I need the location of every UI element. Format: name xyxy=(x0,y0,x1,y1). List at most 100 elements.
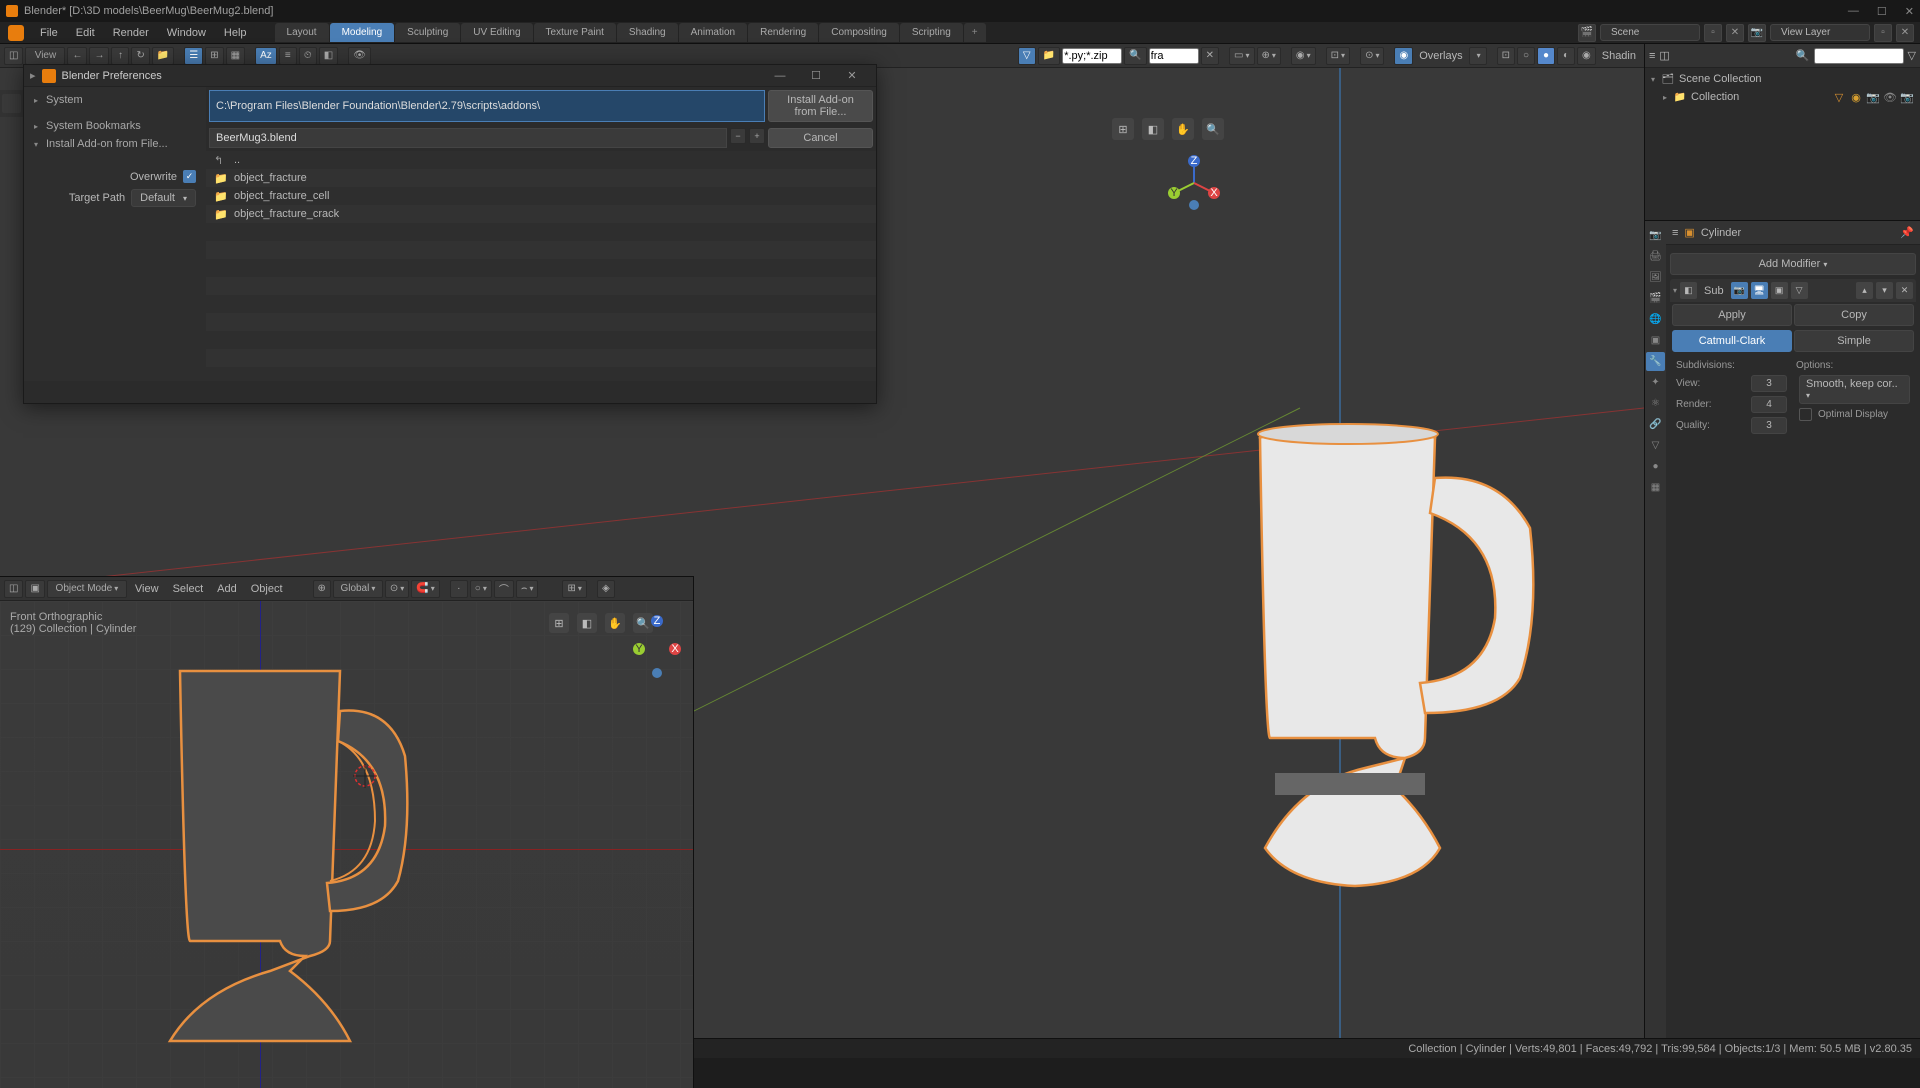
mod-delete-button[interactable]: ✕ xyxy=(1896,282,1913,299)
overlays-dropdown[interactable] xyxy=(1469,47,1487,65)
menu-render[interactable]: Render xyxy=(105,24,157,42)
outliner-display-button[interactable]: ◫ xyxy=(1659,49,1669,62)
close-button[interactable]: ✕ xyxy=(1905,5,1914,18)
outliner-collection[interactable]: ▸📁 Collection ▽ ◉ 📷 👁 📷 xyxy=(1647,88,1918,106)
nav-fwd-button[interactable]: → xyxy=(89,47,109,65)
sort-time-button[interactable]: ⏲ xyxy=(299,47,317,65)
filter-ext-input[interactable] xyxy=(1062,48,1122,64)
collapse-arrow[interactable]: ▾ xyxy=(1673,286,1677,295)
cancel-button[interactable]: Cancel xyxy=(768,128,873,148)
overwrite-checkbox[interactable]: ✓ xyxy=(183,170,196,183)
view-value[interactable]: 3 xyxy=(1751,375,1787,392)
scene-del-button[interactable]: ✕ xyxy=(1726,24,1744,42)
pin-icon[interactable]: 📌 xyxy=(1900,226,1914,239)
grid-icon[interactable]: ⊞ xyxy=(1112,118,1134,140)
tab-scene[interactable]: 🎬 xyxy=(1646,289,1665,308)
clear-search-button[interactable]: ✕ xyxy=(1201,47,1219,65)
menu-window[interactable]: Window xyxy=(159,24,214,42)
catmull-button[interactable]: Catmull-Clark xyxy=(1672,330,1792,352)
filter-folder-button[interactable]: 📁 xyxy=(1038,47,1060,65)
tab-world[interactable]: 🌐 xyxy=(1646,310,1665,329)
xray-button[interactable]: ⊡ xyxy=(1497,47,1515,65)
blender-logo-icon[interactable] xyxy=(8,25,24,41)
view-menu[interactable]: View xyxy=(25,47,65,65)
object-menu[interactable]: Object xyxy=(245,583,289,595)
visibility-eye-icon[interactable]: 👁 xyxy=(1883,91,1897,104)
filter-button[interactable]: ▽ xyxy=(1018,47,1036,65)
add-modifier-button[interactable]: Add Modifier ▾ xyxy=(1670,253,1916,275)
tab-animation[interactable]: Animation xyxy=(679,23,747,42)
render-icon[interactable]: 📷 xyxy=(1900,91,1914,104)
install-addon-button[interactable]: Install Add-on from File... xyxy=(768,90,873,122)
file-list[interactable]: ↰.. 📁object_fracture 📁object_fracture_ce… xyxy=(206,151,876,381)
maximize-button[interactable]: ☐ xyxy=(1877,5,1887,18)
tab-mesh[interactable]: ▽ xyxy=(1646,436,1665,455)
tab-material[interactable]: ● xyxy=(1646,457,1665,476)
vp-bl-canvas[interactable]: Front Orthographic (129) Collection | Cy… xyxy=(0,601,693,1088)
hand-icon[interactable]: ✋ xyxy=(605,613,625,633)
tab-scripting[interactable]: Scripting xyxy=(900,23,963,42)
uv-smooth-dropdown[interactable]: Smooth, keep cor.. ▾ xyxy=(1799,375,1910,404)
prop-type-button[interactable]: ⌒ xyxy=(494,580,514,598)
tab-particles[interactable]: ✦ xyxy=(1646,373,1665,392)
proportional-button[interactable]: ⊙ xyxy=(1360,47,1384,65)
snap-button[interactable]: ⊡ xyxy=(1326,47,1350,65)
mode-dropdown[interactable]: Object Mode xyxy=(47,580,127,598)
modifier-name[interactable]: Sub xyxy=(1700,285,1728,297)
layers-icon[interactable]: ◧ xyxy=(577,613,597,633)
pin-button[interactable]: ≡ xyxy=(1672,227,1678,239)
tab-rendering[interactable]: Rendering xyxy=(748,23,818,42)
tab-uv[interactable]: UV Editing xyxy=(461,23,532,42)
nav-newdir-button[interactable]: 📁 xyxy=(152,47,174,65)
outliner-type-button[interactable]: ≡ xyxy=(1649,50,1655,62)
render-value[interactable]: 4 xyxy=(1751,396,1787,413)
collapse-arrow-icon[interactable]: ▸ xyxy=(30,69,36,82)
tab-modifier[interactable]: 🔧 xyxy=(1646,352,1665,371)
tab-render[interactable]: 📷 xyxy=(1646,226,1665,245)
display-list-button[interactable]: ☰ xyxy=(184,47,203,65)
filename-minus-button[interactable]: − xyxy=(730,128,746,144)
pivot-button[interactable]: ⊙ xyxy=(385,580,409,598)
scene-field[interactable]: Scene xyxy=(1600,24,1700,41)
shade-matpreview-button[interactable]: ◐ xyxy=(1557,47,1575,65)
search-input[interactable] xyxy=(1149,48,1199,64)
tab-object[interactable]: ▣ xyxy=(1646,331,1665,350)
targetpath-dropdown[interactable]: Default▾ xyxy=(131,189,196,207)
proportional-button[interactable]: ○ xyxy=(470,580,492,598)
filter-icon[interactable]: ▽ xyxy=(1908,49,1916,62)
mug-model-main[interactable] xyxy=(1210,418,1590,918)
shade-solid-button[interactable]: ● xyxy=(1537,47,1555,65)
viewlayer-field[interactable]: View Layer xyxy=(1770,24,1870,41)
tool-select-button[interactable] xyxy=(2,94,21,113)
editor-type-button[interactable]: ◫ xyxy=(4,47,23,65)
axis-gizmo[interactable]: Z Y X xyxy=(1164,153,1224,213)
tab-shading[interactable]: Shading xyxy=(617,23,678,42)
scene-icon[interactable]: 🎬 xyxy=(1578,24,1596,42)
sort-ext-button[interactable]: ≡ xyxy=(279,47,297,65)
fb-close-button[interactable]: ✕ xyxy=(834,66,870,86)
display-thumb-button[interactable]: ▦ xyxy=(226,47,245,65)
layers-icon[interactable]: ◧ xyxy=(1142,118,1164,140)
file-folder-1[interactable]: 📁object_fracture xyxy=(206,169,876,187)
tab-physics[interactable]: ⚛ xyxy=(1646,394,1665,413)
snap-button[interactable]: 🧲 xyxy=(411,580,439,598)
nav-refresh-button[interactable]: ↻ xyxy=(131,47,149,65)
editor-type-button[interactable]: ◫ xyxy=(4,580,23,598)
fb-bookmarks[interactable]: ▸System Bookmarks xyxy=(28,117,202,135)
fb-maximize-button[interactable]: ☐ xyxy=(798,66,834,86)
menu-edit[interactable]: Edit xyxy=(68,24,103,42)
mug-model-bl[interactable] xyxy=(130,661,450,1081)
shade-rendered-button[interactable]: ◉ xyxy=(1577,47,1596,65)
viewlayer-del-button[interactable]: ✕ xyxy=(1896,24,1914,42)
copy-button[interactable]: Copy xyxy=(1794,304,1914,326)
outliner-search-input[interactable] xyxy=(1814,48,1904,64)
mod-up-button[interactable]: ▴ xyxy=(1856,282,1873,299)
menu-help[interactable]: Help xyxy=(216,24,255,42)
prop-falloff-button[interactable]: ⌢ xyxy=(516,580,539,598)
tab-texture[interactable]: Texture Paint xyxy=(534,23,616,42)
tab-sculpting[interactable]: Sculpting xyxy=(395,23,460,42)
tab-viewlayer[interactable]: 🖼 xyxy=(1646,268,1665,287)
select-mode-button[interactable]: ▭ xyxy=(1229,47,1254,65)
fb-minimize-button[interactable]: — xyxy=(762,66,798,86)
quality-value[interactable]: 3 xyxy=(1751,417,1787,434)
